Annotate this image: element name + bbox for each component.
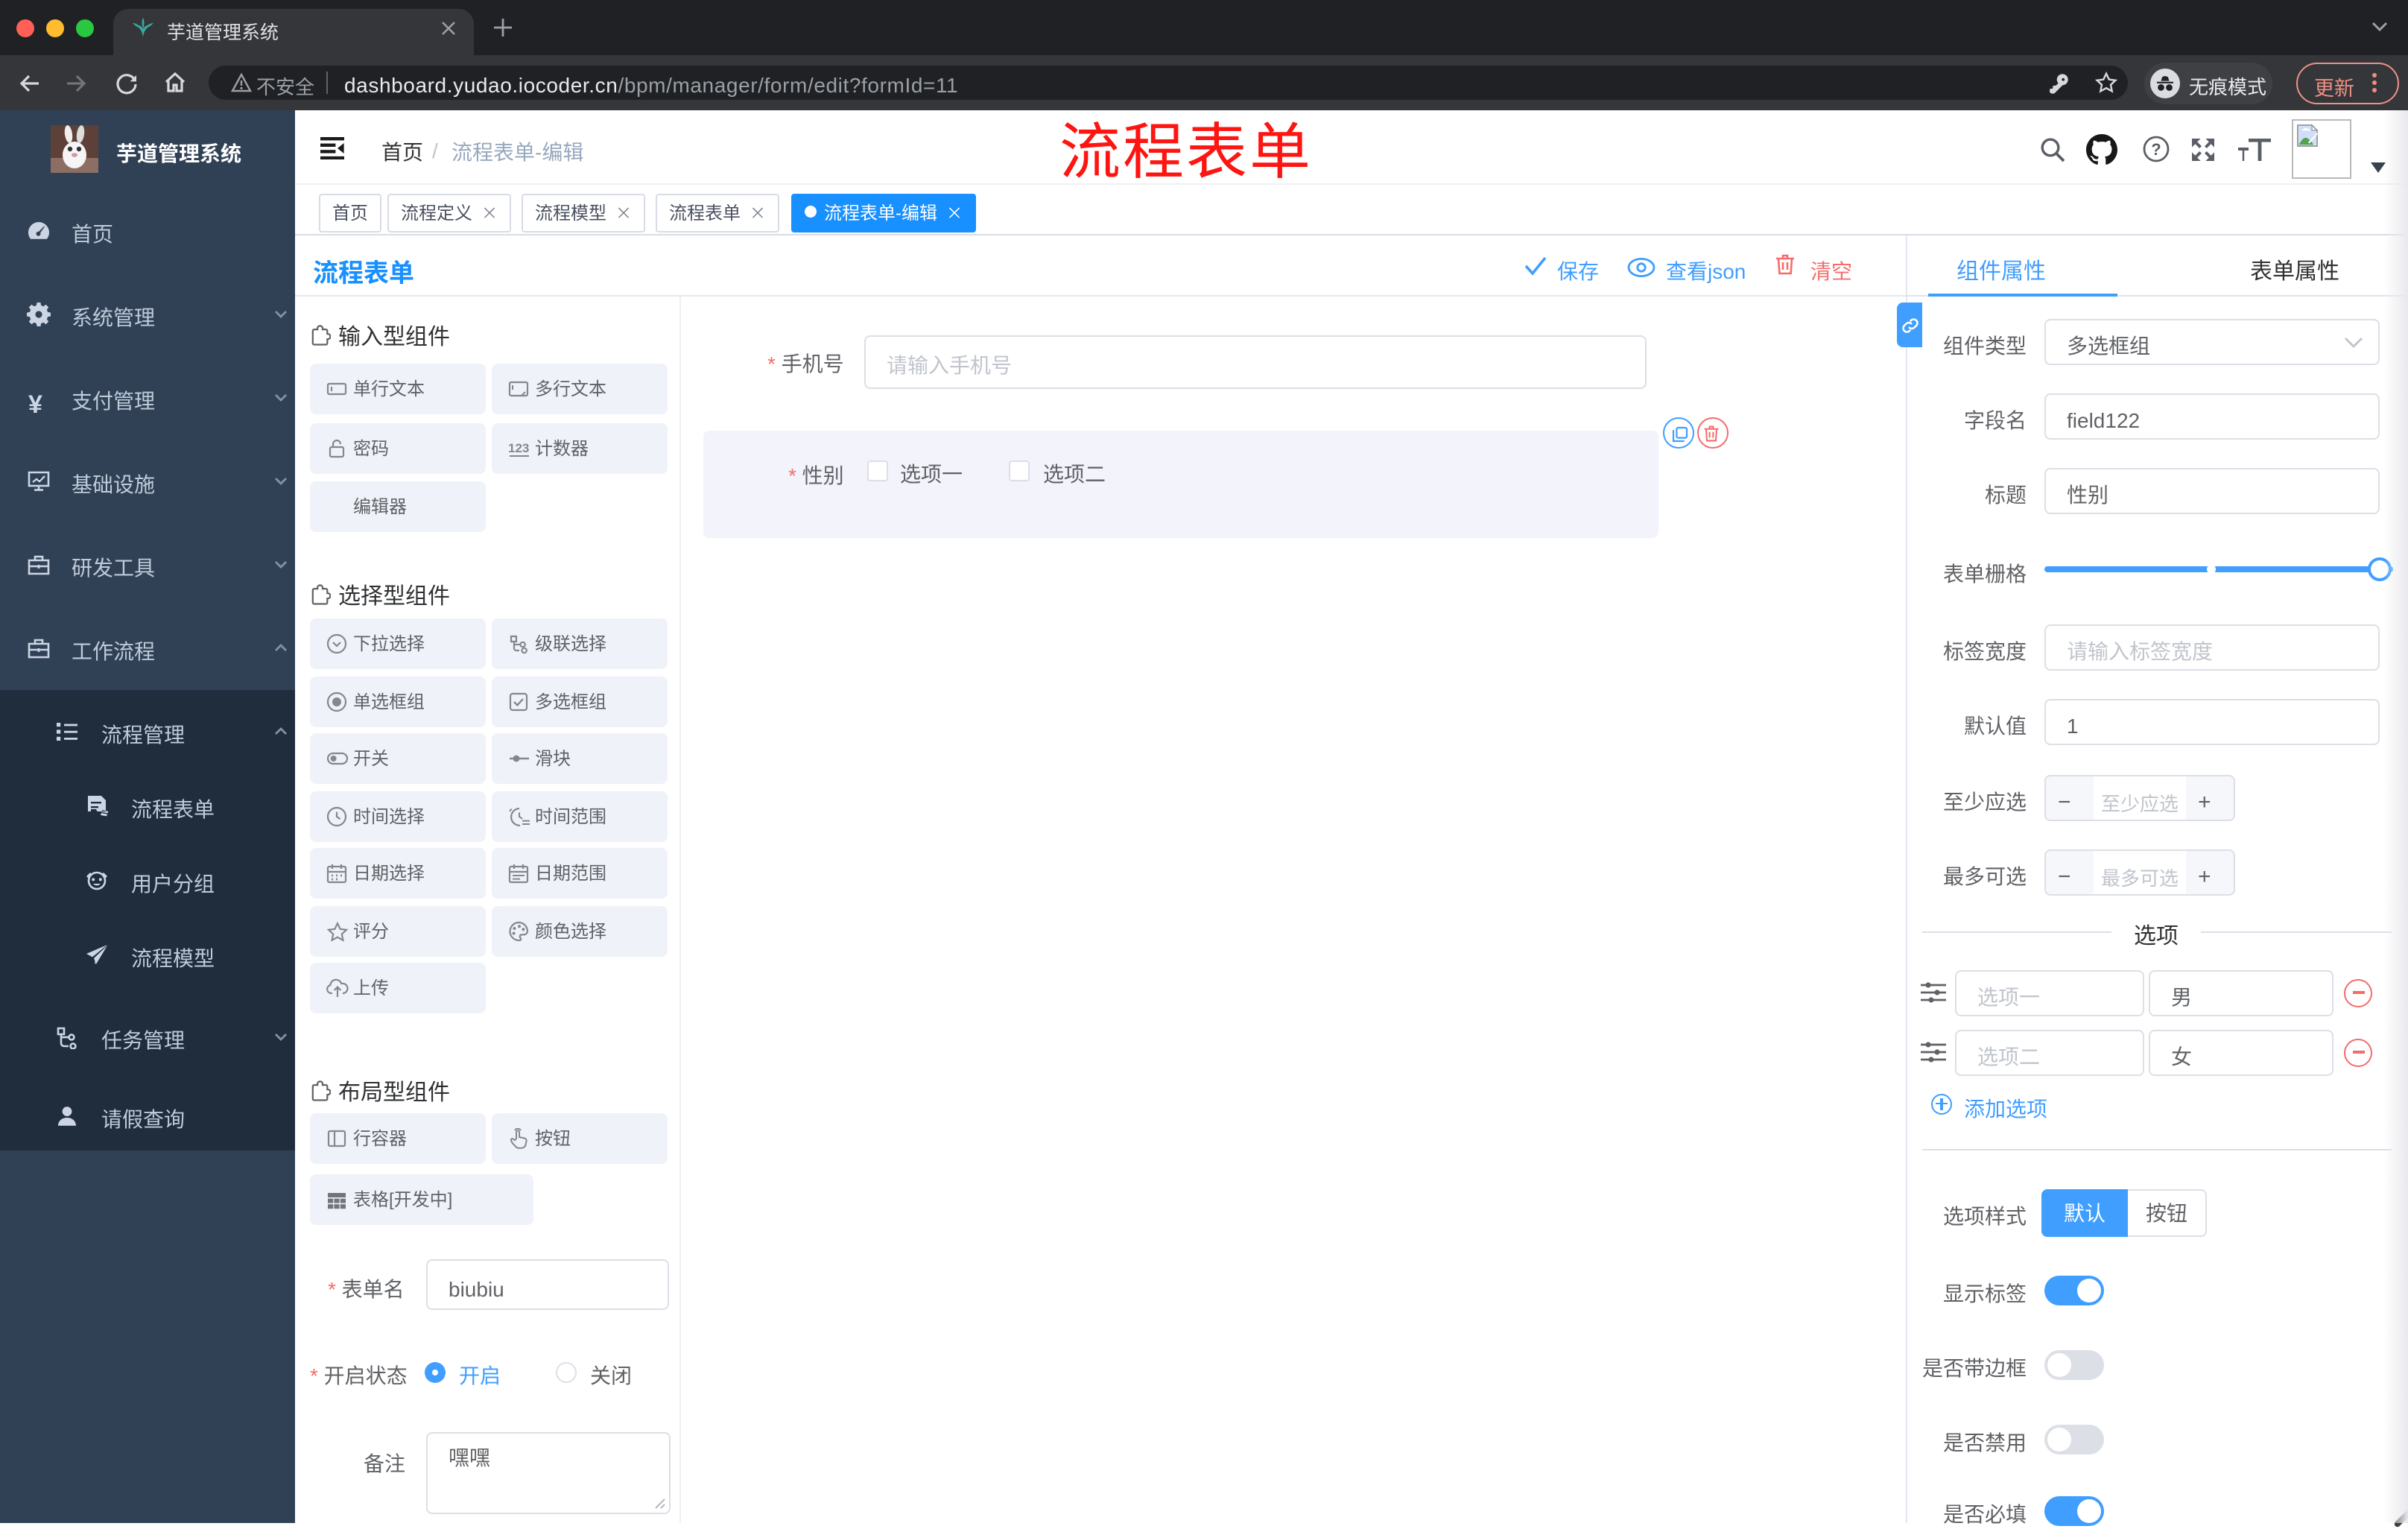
- svg-text:123: 123: [508, 440, 529, 455]
- svg-text:?: ?: [2151, 140, 2161, 159]
